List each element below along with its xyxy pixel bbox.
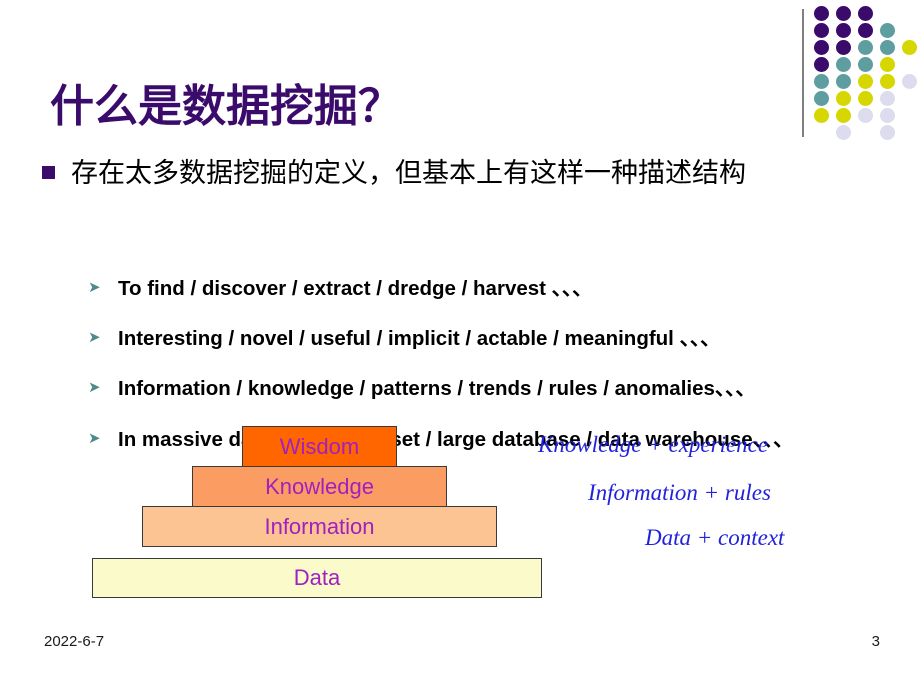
level2-bullet-list: ➤ To find / discover / extract / dredge … bbox=[88, 272, 908, 473]
decorative-dot-purple bbox=[814, 6, 829, 21]
decorative-dot-teal bbox=[814, 91, 829, 106]
pyramid-layer-knowledge[interactable]: Knowledge bbox=[192, 466, 447, 507]
decorative-dot-teal bbox=[814, 74, 829, 89]
decorative-dot-teal bbox=[858, 57, 873, 72]
decorative-dot-lavender bbox=[902, 74, 917, 89]
decorative-dot-purple bbox=[858, 6, 873, 21]
decorative-dot-purple bbox=[814, 40, 829, 55]
arrow-bullet-icon: ➤ bbox=[88, 429, 101, 447]
decorative-dot-teal bbox=[836, 57, 851, 72]
vertical-divider-line bbox=[802, 9, 804, 137]
decorative-dot-lavender bbox=[880, 91, 895, 106]
level1-bullet-text: 存在太多数据挖掘的定义，但基本上有这样一种描述结构 bbox=[71, 158, 746, 189]
footer-page-number: 3 bbox=[871, 633, 880, 650]
decorative-dot-purple bbox=[836, 6, 851, 21]
dot-grid-motif bbox=[800, 6, 918, 140]
decorative-dot-purple bbox=[836, 23, 851, 38]
list-item: ➤ To find / discover / extract / dredge … bbox=[88, 272, 908, 305]
slide-canvas: 什么是数据挖掘？ 存在太多数据挖掘的定义，但基本上有这样一种描述结构 ➤ To … bbox=[0, 0, 920, 690]
decorative-dot-yellow bbox=[858, 74, 873, 89]
pyramid-layer-data[interactable]: Data bbox=[92, 558, 542, 598]
arrow-bullet-icon: ➤ bbox=[88, 279, 101, 296]
decorative-dot-purple bbox=[814, 23, 829, 38]
decorative-dot-yellow bbox=[880, 57, 895, 72]
decorative-dot-lavender bbox=[858, 108, 873, 123]
decorative-dot-yellow bbox=[836, 108, 851, 123]
decorative-dot-purple bbox=[814, 57, 829, 72]
decorative-dot-purple bbox=[858, 23, 873, 38]
level2-bullet-text-2: Interesting / novel / useful / implicit … bbox=[118, 327, 721, 351]
pyramid-annotation-information: Data + context bbox=[645, 525, 785, 550]
list-item: ➤ In massive data / large data set / lar… bbox=[88, 423, 908, 456]
page-title: 什么是数据挖掘？ bbox=[50, 81, 402, 132]
list-item: ➤ Interesting / novel / useful / implici… bbox=[88, 322, 908, 355]
level2-bullet-text-3: Information / knowledge / patterns / tre… bbox=[118, 377, 756, 401]
decorative-dot-purple bbox=[836, 40, 851, 55]
level1-bullet-list: 存在太多数据挖掘的定义，但基本上有这样一种描述结构 bbox=[42, 152, 892, 196]
level2-bullet-text-1: To find / discover / extract / dredge / … bbox=[118, 277, 593, 300]
square-bullet-icon bbox=[42, 166, 55, 179]
arrow-bullet-icon: ➤ bbox=[88, 329, 101, 347]
decorative-dot-teal bbox=[880, 40, 895, 55]
footer-date: 2022-6-7 bbox=[44, 633, 105, 650]
decorative-dot-lavender bbox=[836, 125, 851, 140]
decorative-dot-yellow bbox=[858, 91, 873, 106]
decorative-dot-teal bbox=[836, 74, 851, 89]
list-item: 存在太多数据挖掘的定义，但基本上有这样一种描述结构 bbox=[42, 152, 892, 196]
decorative-dot-yellow bbox=[814, 108, 829, 123]
pyramid-layer-wisdom[interactable]: Wisdom bbox=[242, 426, 397, 467]
arrow-bullet-icon: ➤ bbox=[88, 379, 101, 397]
decorative-dot-yellow bbox=[880, 74, 895, 89]
pyramid-layer-information[interactable]: Information bbox=[142, 506, 497, 547]
decorative-dot-teal bbox=[880, 23, 895, 38]
decorative-dot-lavender bbox=[880, 125, 895, 140]
pyramid-annotation-knowledge: Information + rules bbox=[588, 480, 771, 505]
decorative-dot-yellow bbox=[902, 40, 917, 55]
list-item: ➤ Information / knowledge / patterns / t… bbox=[88, 372, 908, 405]
decorative-dot-teal bbox=[858, 40, 873, 55]
level2-bullet-text-4: In massive data / large data set / large… bbox=[118, 427, 794, 451]
decorative-dot-yellow bbox=[836, 91, 851, 106]
decorative-dot-lavender bbox=[880, 108, 895, 123]
